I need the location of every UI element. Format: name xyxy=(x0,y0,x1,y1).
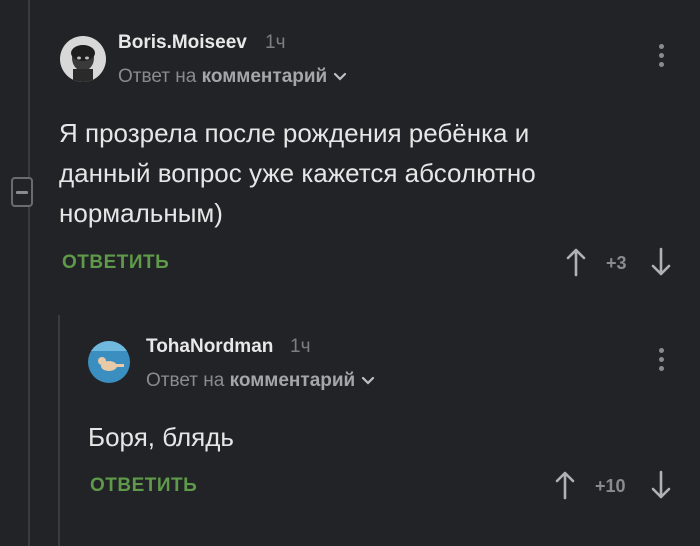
comment-username[interactable]: Boris.Moiseev xyxy=(118,32,247,54)
reply-to-target: комментарий xyxy=(229,370,356,391)
vote-score: +3 xyxy=(606,253,627,273)
comment-username[interactable]: TohaNordman xyxy=(146,336,273,358)
thread-line-nested xyxy=(58,315,60,546)
reply-to-prefix: Ответ на xyxy=(146,370,225,391)
avatar[interactable] xyxy=(60,36,106,82)
reply-to-link[interactable]: Ответ на комментарий xyxy=(146,370,375,392)
comment-text: Я прозрела после рождения ребёнка и данн… xyxy=(59,118,536,228)
thread-line-root xyxy=(28,0,30,546)
comment-time: 1ч xyxy=(265,32,286,53)
underwater-baby-photo-icon xyxy=(88,341,130,383)
arrow-down-icon[interactable] xyxy=(650,470,672,500)
user-avatar-photo-icon xyxy=(60,36,106,82)
reply-to-prefix: Ответ на xyxy=(118,66,197,87)
reply-to-link[interactable]: Ответ на комментарий xyxy=(118,66,347,88)
avatar[interactable] xyxy=(88,341,130,383)
reply-to-target: комментарий xyxy=(201,66,328,87)
reply-button[interactable]: ОТВЕТИТЬ xyxy=(90,475,197,497)
chevron-down-icon xyxy=(334,72,347,81)
more-options-icon[interactable] xyxy=(659,348,665,375)
minus-icon xyxy=(16,190,28,194)
more-options-icon[interactable] xyxy=(659,44,665,71)
arrow-up-icon[interactable] xyxy=(554,470,576,500)
vote-score: +10 xyxy=(595,476,626,496)
reply-button[interactable]: ОТВЕТИТЬ xyxy=(62,252,169,274)
arrow-down-icon[interactable] xyxy=(650,247,672,277)
collapse-thread-button[interactable] xyxy=(11,177,33,207)
arrow-up-icon[interactable] xyxy=(565,247,587,277)
comment-text: Боря, блядь xyxy=(88,422,234,452)
comment-time: 1ч xyxy=(290,336,311,357)
chevron-down-icon xyxy=(362,376,375,385)
